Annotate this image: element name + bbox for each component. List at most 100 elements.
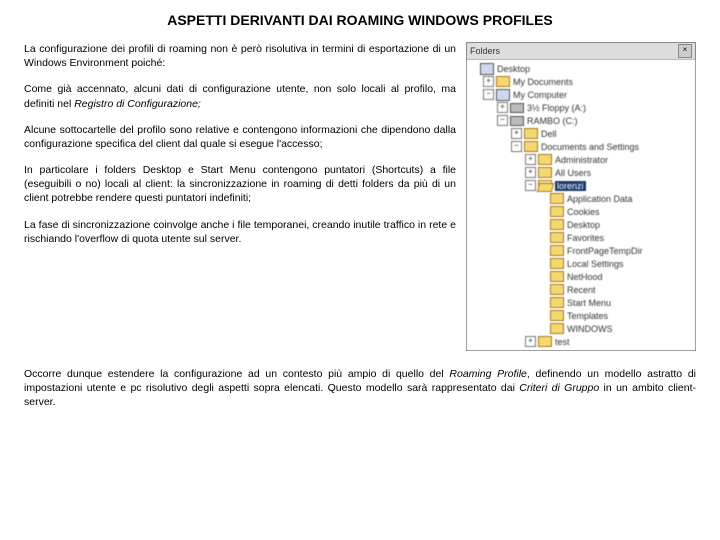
disk-icon (510, 116, 524, 126)
tree-item[interactable]: Favorites (467, 231, 695, 244)
tree-spacer (469, 64, 478, 73)
folder-icon (496, 76, 510, 87)
folder-icon (550, 271, 564, 282)
tree-spacer (539, 324, 548, 333)
tree-spacer (539, 311, 548, 320)
body-text: La configurazione dei profili di roaming… (24, 42, 456, 351)
folder-open-icon (538, 180, 552, 191)
folder-icon (538, 167, 552, 178)
tree-item-label: test (555, 337, 570, 347)
collapse-icon[interactable]: − (483, 89, 494, 100)
tree-item-label: Start Menu (567, 298, 611, 308)
tree-item[interactable]: + test (467, 335, 695, 348)
tree-spacer (539, 207, 548, 216)
folder-icon (538, 336, 552, 347)
collapse-icon[interactable]: − (511, 141, 522, 152)
tree-item[interactable]: + Dell (467, 127, 695, 140)
paragraph-4: In particolare i folders Desktop e Start… (24, 163, 456, 206)
expand-icon[interactable]: + (525, 154, 536, 165)
tree-item-label: RAMBO (C:) (527, 116, 578, 126)
tree-item-label: NetHood (567, 272, 603, 282)
paragraph-2: Come già accennato, alcuni dati di confi… (24, 82, 456, 110)
tree-item-label: My Documents (513, 77, 573, 87)
tree-item[interactable]: NetHood (467, 270, 695, 283)
tree-item[interactable]: + My Documents (467, 75, 695, 88)
paragraph-1: La configurazione dei profili di roaming… (24, 42, 456, 70)
tree-item[interactable]: Start Menu (467, 296, 695, 309)
tree-item[interactable]: Cookies (467, 205, 695, 218)
tree-item-label: Desktop (567, 220, 600, 230)
folder-tree-header: Folders × (467, 43, 695, 60)
tree-spacer (539, 220, 548, 229)
tree-item[interactable]: Templates (467, 309, 695, 322)
tree-item-label: Cookies (567, 207, 600, 217)
folder-icon (550, 258, 564, 269)
tree-item-label: Favorites (567, 233, 604, 243)
expand-icon[interactable]: + (497, 102, 508, 113)
folder-icon (550, 323, 564, 334)
tree-spacer (539, 298, 548, 307)
tree-spacer (539, 285, 548, 294)
folder-icon (550, 297, 564, 308)
tree-item-label: Recent (567, 285, 596, 295)
tree-item[interactable]: Recent (467, 283, 695, 296)
paragraph-3: Alcune sottocartelle del profilo sono re… (24, 123, 456, 151)
disk-icon (510, 103, 524, 113)
folder-icon (524, 141, 538, 152)
tree-item-label: WINDOWS (567, 324, 613, 334)
tree-item[interactable]: − My Computer (467, 88, 695, 101)
folder-icon (550, 193, 564, 204)
folder-icon (550, 232, 564, 243)
tree-spacer (539, 272, 548, 281)
tree-item-label: Application Data (567, 194, 633, 204)
folder-icon (550, 206, 564, 217)
tree-item-label: My Computer (513, 90, 567, 100)
folder-icon (538, 154, 552, 165)
folder-icon (550, 219, 564, 230)
tree-item[interactable]: WINDOWS (467, 322, 695, 335)
expand-icon[interactable]: + (525, 167, 536, 178)
tree-spacer (539, 194, 548, 203)
tree-item[interactable]: Application Data (467, 192, 695, 205)
tree-item[interactable]: FrontPageTempDir (467, 244, 695, 257)
tree-item-label: Dell (541, 129, 557, 139)
tree-spacer (539, 246, 548, 255)
tree-item-label: All Users (555, 168, 591, 178)
tree-item[interactable]: − Documents and Settings (467, 140, 695, 153)
computer-icon (480, 63, 494, 75)
tree-item[interactable]: − lorenzi (467, 179, 695, 192)
tree-item-label: Local Settings (567, 259, 624, 269)
tree-item-label: Administrator (555, 155, 608, 165)
tree-item-label: Templates (567, 311, 608, 321)
expand-icon[interactable]: + (511, 128, 522, 139)
tree-spacer (539, 259, 548, 268)
tree-item[interactable]: + All Users (467, 166, 695, 179)
tree-item-label: Desktop (497, 64, 530, 74)
folder-tree-body: Desktop+My Documents−My Computer+3½ Flop… (467, 60, 695, 350)
page-title: ASPETTI DERIVANTI DAI ROAMING WINDOWS PR… (24, 12, 696, 28)
folder-icon (550, 245, 564, 256)
collapse-icon[interactable]: − (525, 180, 536, 191)
folder-tree: Folders × Desktop+My Documents−My Comput… (466, 42, 696, 351)
footer-paragraph: Occorre dunque estendere la configurazio… (24, 367, 696, 410)
folder-icon (550, 310, 564, 321)
tree-item[interactable]: Local Settings (467, 257, 695, 270)
tree-spacer (539, 233, 548, 242)
tree-item-label: 3½ Floppy (A:) (527, 103, 586, 113)
tree-item-label: lorenzi (555, 181, 586, 191)
tree-item[interactable]: + Administrator (467, 153, 695, 166)
expand-icon[interactable]: + (525, 336, 536, 347)
close-icon[interactable]: × (678, 44, 692, 58)
computer-icon (496, 89, 510, 101)
folder-tree-title: Folders (470, 46, 678, 56)
tree-item[interactable]: Desktop (467, 218, 695, 231)
tree-item[interactable]: +3½ Floppy (A:) (467, 101, 695, 114)
tree-item[interactable]: − RAMBO (C:) (467, 114, 695, 127)
folder-icon (550, 284, 564, 295)
collapse-icon[interactable]: − (497, 115, 508, 126)
expand-icon[interactable]: + (483, 76, 494, 87)
folder-icon (524, 128, 538, 139)
tree-item[interactable]: Desktop (467, 62, 695, 75)
tree-item-label: Documents and Settings (541, 142, 639, 152)
tree-item-label: FrontPageTempDir (567, 246, 643, 256)
